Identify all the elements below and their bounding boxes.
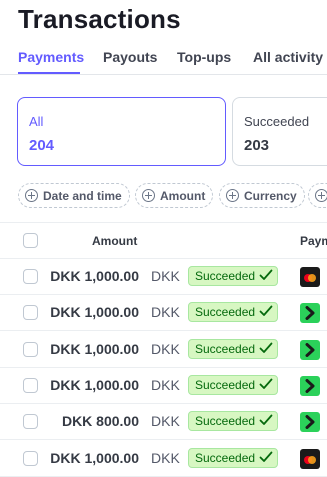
mobilepay-icon [300, 412, 320, 432]
row-checkbox[interactable] [23, 378, 38, 393]
status-card-count: 203 [244, 137, 270, 154]
status-badge-label: Succeeded [195, 342, 256, 356]
row-amount: DKK 1,000.00 [50, 268, 139, 284]
status-badge-label: Succeeded [195, 414, 256, 428]
checkmark-icon [255, 451, 273, 466]
table-row[interactable]: DKK 1,000.00 DKK Succeeded [0, 259, 327, 295]
plus-circle-icon [142, 189, 155, 202]
filter-label: Currency [244, 188, 297, 203]
tab-payouts[interactable]: Payouts [103, 49, 157, 65]
mastercard-icon [300, 267, 320, 287]
row-amount: DKK 1,000.00 [50, 304, 139, 320]
status-badge: Succeeded [188, 302, 279, 322]
row-currency: DKK [151, 413, 180, 429]
row-checkbox[interactable] [23, 414, 38, 429]
row-amount: DKK 800.00 [61, 413, 139, 429]
status-badge-label: Succeeded [195, 305, 256, 319]
table-row[interactable]: DKK 1,000.00 DKK Succeeded [0, 441, 327, 477]
filter-currency[interactable]: Currency [219, 183, 305, 208]
status-card-count: 204 [29, 137, 55, 154]
checkmark-icon [255, 378, 273, 393]
table-row[interactable]: DKK 1,000.00 DKK Succeeded [0, 295, 327, 331]
table-row[interactable]: DKK 800.00 DKK Succeeded [0, 404, 327, 440]
plus-circle-icon [25, 189, 38, 202]
plus-circle-icon [315, 189, 327, 202]
row-checkbox[interactable] [23, 269, 38, 284]
filter-more[interactable] [308, 183, 327, 208]
checkmark-icon [255, 269, 273, 284]
row-checkbox[interactable] [23, 342, 38, 357]
table-row[interactable]: DKK 1,000.00 DKK Succeeded [0, 368, 327, 404]
filter-amount[interactable]: Amount [135, 183, 214, 208]
status-badge-label: Succeeded [195, 451, 256, 465]
column-header-payment-method[interactable]: Paym [300, 234, 327, 248]
checkmark-icon [255, 342, 273, 357]
tab-bar: Payments Payouts Top-ups All activity [0, 48, 327, 75]
mobilepay-icon [300, 303, 320, 323]
tab-top-ups[interactable]: Top-ups [177, 49, 231, 65]
tab-payments[interactable]: Payments [18, 49, 84, 65]
checkmark-icon [255, 305, 273, 320]
status-badge: Succeeded [188, 339, 279, 359]
row-checkbox[interactable] [23, 451, 38, 466]
mobilepay-icon [300, 376, 320, 396]
table-header: Amount Paym [0, 222, 327, 259]
row-amount: DKK 1,000.00 [50, 341, 139, 357]
table-row[interactable]: DKK 1,000.00 DKK Succeeded [0, 332, 327, 368]
active-tab-indicator [18, 72, 80, 74]
status-badge: Succeeded [188, 411, 279, 431]
row-checkbox[interactable] [23, 305, 38, 320]
select-all-checkbox[interactable] [23, 233, 38, 248]
status-card-label: Succeeded [244, 114, 310, 129]
column-header-amount[interactable]: Amount [92, 234, 137, 248]
filter-label: Date and time [43, 188, 122, 203]
status-card-all[interactable]: All 204 [17, 97, 226, 166]
filter-label: Amount [160, 188, 206, 203]
mobilepay-icon [300, 340, 320, 360]
status-badge: Succeeded [188, 448, 279, 468]
filter-date-and-time[interactable]: Date and time [18, 183, 130, 208]
status-card-label: All [29, 114, 44, 129]
status-badge-label: Succeeded [195, 269, 256, 283]
checkmark-icon [255, 414, 273, 429]
status-badge: Succeeded [188, 375, 279, 395]
status-badge: Succeeded [188, 266, 279, 286]
mastercard-icon [300, 449, 320, 469]
status-badge-label: Succeeded [195, 378, 256, 392]
page-title: Transactions [18, 4, 181, 34]
tab-all-activity[interactable]: All activity [253, 49, 323, 65]
row-amount: DKK 1,000.00 [50, 377, 139, 393]
plus-circle-icon [226, 189, 239, 202]
row-currency: DKK [151, 341, 180, 357]
row-amount: DKK 1,000.00 [50, 450, 139, 466]
row-currency: DKK [151, 268, 180, 284]
row-currency: DKK [151, 450, 180, 466]
row-currency: DKK [151, 304, 180, 320]
status-card-succeeded[interactable]: Succeeded 203 [232, 97, 327, 166]
row-currency: DKK [151, 377, 180, 393]
